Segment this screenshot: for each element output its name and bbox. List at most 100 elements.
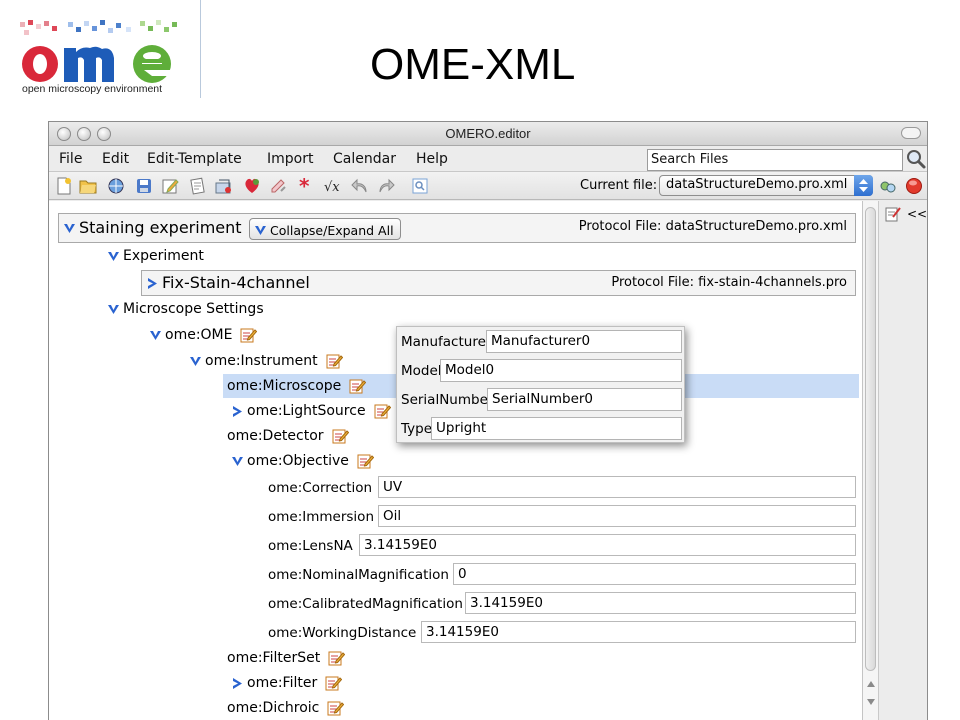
model-input[interactable]: Model0	[440, 359, 682, 382]
menu-edit-template[interactable]: Edit-Template	[147, 151, 242, 167]
svg-text:√x: √x	[324, 180, 340, 195]
tree-item-ome-lightsource[interactable]: ome:LightSource	[231, 399, 391, 423]
popup-label-model: Model	[401, 363, 442, 379]
fix-stain-protocol-file: Protocol File: fix-stain-4channels.pro	[611, 275, 847, 290]
scroll-down-arrow-icon[interactable]	[866, 697, 876, 707]
lensna-input[interactable]: 3.14159E0	[359, 534, 856, 556]
field-editor-icon[interactable]	[884, 205, 902, 223]
vertical-scrollbar[interactable]	[863, 201, 879, 720]
chevron-down-icon[interactable]	[189, 355, 202, 368]
collapse-expand-all-button[interactable]: Collapse/Expand All	[249, 218, 401, 240]
root-step[interactable]: Staining experiment	[63, 216, 242, 240]
slide-title: OME-XML	[370, 40, 576, 89]
edit-attributes-icon[interactable]	[332, 428, 349, 444]
correction-input[interactable]: UV	[378, 476, 856, 498]
tree-item-label: ome:Objective	[247, 453, 349, 469]
root-step-title: Staining experiment	[79, 218, 242, 237]
svg-text:*: *	[299, 177, 310, 195]
type-input[interactable]: Upright	[431, 417, 682, 440]
filter-icon[interactable]	[879, 177, 897, 195]
open-www-icon[interactable]	[107, 177, 125, 195]
tree-item-label: ome:Filter	[247, 675, 318, 691]
field-label-nominal-magnification: ome:NominalMagnification	[268, 567, 449, 583]
save-as-icon[interactable]	[161, 177, 179, 195]
scrollbar-thumb[interactable]	[865, 207, 876, 671]
chevron-right-icon[interactable]	[231, 405, 244, 418]
tree-item-ome-instrument[interactable]: ome:Instrument	[189, 349, 343, 373]
edit-attributes-icon[interactable]	[325, 675, 343, 691]
chevron-down-icon[interactable]	[231, 455, 244, 468]
edit-attributes-icon[interactable]	[374, 403, 391, 419]
nominal-magnification-input[interactable]: 0	[453, 563, 856, 585]
popup-label-type: Type	[401, 421, 433, 437]
close-file-icon[interactable]	[905, 177, 923, 195]
root-step-banner: Staining experiment Collapse/Expand All …	[58, 213, 856, 243]
edit-attributes-icon[interactable]	[327, 700, 345, 716]
immersion-input[interactable]: Oil	[378, 505, 856, 527]
tree-item-label: ome:Dichroic	[227, 700, 320, 716]
validate-icon[interactable]	[411, 177, 429, 195]
menu-edit[interactable]: Edit	[102, 151, 129, 167]
current-file-select[interactable]: dataStructureDemo.pro.xml	[659, 175, 873, 196]
tree-item-label: Experiment	[123, 248, 204, 264]
chevron-down-icon[interactable]	[63, 222, 76, 235]
menu-calendar[interactable]: Calendar	[333, 151, 396, 167]
header-divider	[200, 0, 201, 98]
edit-attributes-icon[interactable]	[240, 327, 258, 343]
tree-item-ome-objective[interactable]: ome:Objective	[231, 449, 374, 473]
chevron-down-icon[interactable]	[149, 329, 162, 342]
collapse-expand-all-label: Collapse/Expand All	[270, 222, 394, 238]
print-icon[interactable]	[189, 177, 207, 195]
attributes-popup: Manufacturer Manufacturer0 Model Model0 …	[396, 326, 685, 443]
magnifier-icon[interactable]	[905, 148, 927, 170]
import-icon[interactable]	[215, 177, 233, 195]
tree-item-ome-ome[interactable]: ome:OME	[149, 323, 258, 347]
menu-file[interactable]: File	[59, 151, 82, 167]
field-label-immersion: ome:Immersion	[268, 509, 375, 525]
add-field-icon[interactable]	[243, 177, 261, 195]
manufacturer-input[interactable]: Manufacturer0	[486, 330, 682, 353]
protocol-tree-panel: Staining experiment Collapse/Expand All …	[49, 201, 863, 720]
current-file-value: dataStructureDemo.pro.xml	[666, 177, 848, 192]
new-file-icon[interactable]	[55, 177, 73, 195]
scroll-up-arrow-icon[interactable]	[866, 679, 876, 689]
tree-item-ome-filterset[interactable]: ome:FilterSet	[227, 646, 346, 670]
serial-number-input[interactable]: SerialNumber0	[487, 388, 682, 411]
undo-icon[interactable]	[351, 177, 369, 195]
chevron-right-icon[interactable]	[231, 677, 244, 690]
delete-field-icon[interactable]	[269, 177, 287, 195]
working-distance-input[interactable]: 3.14159E0	[421, 621, 856, 643]
collapse-side-panel-button[interactable]: <<	[907, 207, 927, 221]
tree-item-ome-filter[interactable]: ome:Filter	[231, 671, 343, 695]
tree-item-microscope-settings[interactable]: Microscope Settings	[107, 297, 264, 321]
field-label-lensna: ome:LensNA	[268, 538, 353, 554]
edit-attributes-icon[interactable]	[328, 650, 346, 666]
formula-icon[interactable]: √x	[323, 177, 341, 195]
redo-icon[interactable]	[377, 177, 395, 195]
tree-item-ome-dichroic[interactable]: ome:Dichroic	[227, 696, 345, 720]
tree-item-experiment[interactable]: Experiment	[107, 244, 204, 268]
fix-stain-step[interactable]: Fix-Stain-4channel	[146, 271, 310, 295]
edit-attributes-icon[interactable]	[349, 378, 367, 394]
ome-logo-graphic	[20, 20, 177, 83]
chevron-right-icon[interactable]	[146, 277, 159, 290]
toolbar-toggle-button[interactable]	[901, 127, 921, 139]
tree-item-ome-microscope[interactable]: ome:Microscope	[227, 374, 367, 398]
open-file-icon[interactable]	[79, 177, 97, 195]
chevron-down-icon	[255, 225, 266, 235]
tree-item-ome-detector[interactable]: ome:Detector	[227, 424, 349, 448]
menu-import[interactable]: Import	[267, 151, 313, 167]
required-star-icon[interactable]: *	[295, 177, 313, 195]
chevron-down-icon[interactable]	[107, 303, 120, 316]
tree-item-label: ome:FilterSet	[227, 650, 321, 666]
search-files-input[interactable]: Search Files	[647, 149, 903, 171]
side-panel: <<	[880, 201, 927, 720]
menu-bar: File Edit Edit-Template Import Calendar …	[49, 146, 927, 172]
menu-help[interactable]: Help	[416, 151, 448, 167]
window-titlebar[interactable]: OMERO.editor	[49, 122, 927, 146]
calibrated-magnification-input[interactable]: 3.14159E0	[465, 592, 856, 614]
save-icon[interactable]	[135, 177, 153, 195]
edit-attributes-icon[interactable]	[326, 353, 343, 369]
chevron-down-icon[interactable]	[107, 250, 120, 263]
edit-attributes-icon[interactable]	[357, 453, 374, 469]
